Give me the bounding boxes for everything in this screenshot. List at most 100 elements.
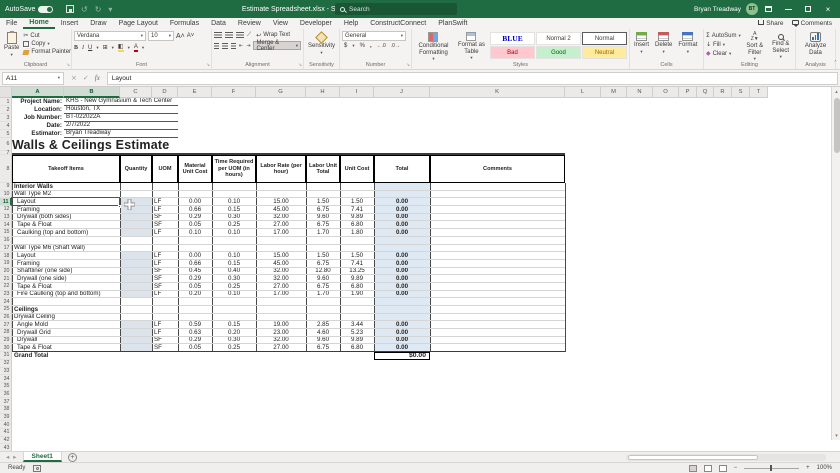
zoom-slider[interactable] bbox=[744, 468, 799, 469]
borders-icon[interactable]: ⊞ bbox=[103, 44, 108, 51]
minimize-icon[interactable] bbox=[778, 0, 798, 18]
collapse-ribbon-icon[interactable]: ˄ bbox=[834, 60, 837, 67]
decrease-indent-icon[interactable]: ⇤ bbox=[239, 43, 243, 49]
row-header-11[interactable]: 11 bbox=[0, 198, 12, 206]
row-header-14[interactable]: 14 bbox=[0, 221, 12, 229]
autosum-button[interactable]: ΣAutoSum▾ bbox=[706, 32, 741, 39]
name-box[interactable]: A11▾ bbox=[2, 72, 64, 85]
formula-input[interactable]: Layout bbox=[107, 72, 838, 85]
row-header-22[interactable]: 22 bbox=[0, 283, 12, 291]
info-value-1[interactable]: KHS - New Gymnasium & Tech Center bbox=[64, 98, 178, 106]
row-header-1[interactable]: 1 bbox=[0, 98, 12, 106]
row-header-2[interactable]: 2 bbox=[0, 106, 12, 114]
column-header-H[interactable]: H bbox=[306, 87, 340, 98]
confirm-entry-icon[interactable]: ✓ bbox=[83, 74, 89, 82]
row-header-24[interactable]: 24 bbox=[0, 298, 12, 306]
row-header-40[interactable]: 40 bbox=[0, 421, 12, 429]
font-color-icon[interactable]: A bbox=[134, 44, 138, 52]
sheet-tab-sheet1[interactable]: Sheet1 bbox=[23, 452, 62, 462]
ribbon-tab-help[interactable]: Help bbox=[338, 18, 364, 29]
insert-function-icon[interactable]: fx bbox=[95, 74, 100, 82]
copy-button[interactable]: Copy▾ bbox=[23, 41, 71, 47]
row-header-42[interactable]: 42 bbox=[0, 437, 12, 445]
ribbon-tab-formulas[interactable]: Formulas bbox=[164, 18, 205, 29]
column-header-J[interactable]: J bbox=[374, 87, 430, 98]
zoom-level[interactable]: 100% bbox=[817, 465, 832, 471]
vertical-scroll-thumb[interactable] bbox=[834, 98, 840, 153]
row-header-19[interactable]: 19 bbox=[0, 260, 12, 268]
cell-style-blue[interactable]: BLUE bbox=[490, 32, 535, 45]
ribbon-tab-insert[interactable]: Insert bbox=[55, 18, 85, 29]
column-header-O[interactable]: O bbox=[653, 87, 679, 98]
column-header-F[interactable]: F bbox=[212, 87, 256, 98]
horizontal-scroll-thumb[interactable] bbox=[628, 455, 758, 460]
row-header-15[interactable]: 15 bbox=[0, 229, 12, 237]
conditional-formatting-button[interactable]: Conditional Formatting▾ bbox=[414, 31, 453, 63]
italic-icon[interactable]: I bbox=[82, 45, 84, 51]
wrap-text-button[interactable]: ↩Wrap Text bbox=[256, 32, 290, 39]
accessibility-icon[interactable] bbox=[33, 465, 41, 472]
row-header-12[interactable]: 12 bbox=[0, 206, 12, 214]
row-header-13[interactable]: 13 bbox=[0, 214, 12, 222]
row-header-8[interactable]: 8 bbox=[0, 155, 12, 183]
sort-filter-button[interactable]: AZ▼ Sort & Filter▾ bbox=[743, 31, 767, 63]
format-as-table-button[interactable]: Format as Table▾ bbox=[455, 31, 488, 62]
column-header-R[interactable]: R bbox=[714, 87, 732, 98]
normal-view-icon[interactable] bbox=[689, 465, 697, 472]
paste-button[interactable]: Paste▾ bbox=[2, 31, 21, 59]
info-value-5[interactable]: Bryan Treadway bbox=[64, 130, 178, 138]
column-header-K[interactable]: K bbox=[430, 87, 565, 98]
column-header-B[interactable]: B bbox=[64, 87, 120, 98]
scroll-up-icon[interactable]: ▴ bbox=[832, 87, 840, 96]
ribbon-tab-view[interactable]: View bbox=[267, 18, 294, 29]
row-header-26[interactable]: 26 bbox=[0, 314, 12, 322]
ribbon-tab-draw[interactable]: Draw bbox=[84, 18, 112, 29]
row-header-3[interactable]: 3 bbox=[0, 114, 12, 122]
row-header-20[interactable]: 20 bbox=[0, 268, 12, 276]
underline-icon[interactable]: U bbox=[88, 45, 92, 51]
new-sheet-button[interactable]: + bbox=[68, 453, 77, 462]
row-header-28[interactable]: 28 bbox=[0, 329, 12, 337]
cell-style-normal-2[interactable]: Normal 2 bbox=[536, 32, 581, 45]
find-select-button[interactable]: Find & Select▾ bbox=[769, 31, 793, 61]
vertical-scrollbar[interactable]: ▴ ▾ bbox=[831, 87, 840, 440]
column-header-M[interactable]: M bbox=[601, 87, 627, 98]
customize-qat-icon[interactable]: ▾ bbox=[108, 5, 112, 14]
shrink-font-icon[interactable]: A˅ bbox=[187, 33, 195, 39]
increase-indent-icon[interactable]: ⇥ bbox=[246, 43, 250, 49]
percent-style-icon[interactable]: % bbox=[360, 43, 365, 49]
ribbon-tab-constructconnect[interactable]: ConstructConnect bbox=[364, 18, 432, 29]
info-value-2[interactable]: Houston, TX bbox=[64, 106, 178, 114]
column-header-P[interactable]: P bbox=[679, 87, 697, 98]
number-format-select[interactable]: General▾ bbox=[342, 31, 406, 41]
merge-center-button[interactable]: Merge & Center▾ bbox=[253, 41, 301, 50]
search-box[interactable]: Search bbox=[335, 3, 457, 15]
column-header-D[interactable]: D bbox=[152, 87, 178, 98]
row-header-31[interactable]: 31 bbox=[0, 352, 12, 360]
column-header-C[interactable]: C bbox=[120, 87, 152, 98]
row-header-5[interactable]: 5 bbox=[0, 130, 12, 138]
ribbon-tab-review[interactable]: Review bbox=[232, 18, 267, 29]
row-header-16[interactable]: 16 bbox=[0, 237, 12, 245]
autosave-toggle[interactable]: AutoSave bbox=[5, 0, 53, 18]
clear-button[interactable]: ◆Clear▾ bbox=[706, 50, 741, 57]
row-header-27[interactable]: 27 bbox=[0, 321, 12, 329]
orientation-icon[interactable]: ⟋ bbox=[247, 31, 251, 39]
cell-style-bad[interactable]: Bad bbox=[490, 46, 535, 59]
share-button[interactable]: Share bbox=[758, 20, 783, 27]
cancel-entry-icon[interactable]: × bbox=[71, 74, 77, 82]
autosave-toggle-pill[interactable] bbox=[38, 6, 53, 13]
ribbon-tab-developer[interactable]: Developer bbox=[294, 18, 338, 29]
cut-button[interactable]: ✂Cut bbox=[23, 32, 71, 39]
next-sheet-icon[interactable]: ▸ bbox=[13, 453, 16, 461]
user-name[interactable]: Bryan Treadway bbox=[694, 0, 741, 18]
maximize-icon[interactable] bbox=[798, 0, 818, 18]
info-value-3[interactable]: BT-022022A bbox=[64, 114, 178, 122]
row-header-17[interactable]: 17 bbox=[0, 245, 12, 253]
save-icon[interactable] bbox=[66, 5, 74, 13]
avatar[interactable]: BT bbox=[746, 3, 758, 15]
align-left-icon[interactable] bbox=[214, 43, 219, 49]
cell-style-good[interactable]: Good bbox=[536, 46, 581, 59]
font-dialog-launcher-icon[interactable]: ↘ bbox=[206, 63, 210, 68]
row-header-9[interactable]: 9 bbox=[0, 183, 12, 191]
